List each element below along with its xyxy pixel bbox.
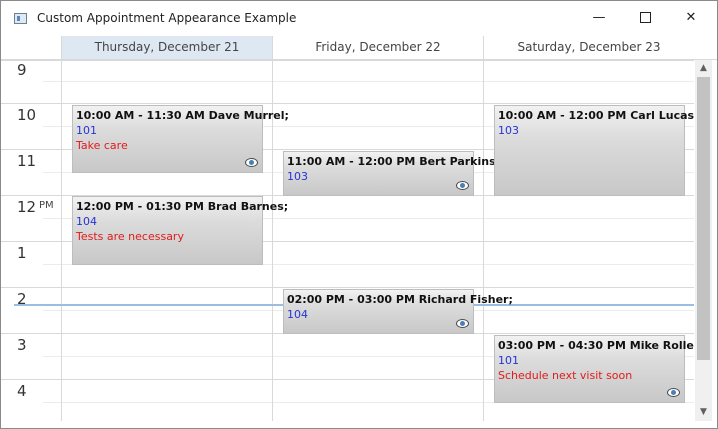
hour-label-3: 3 — [17, 336, 27, 354]
eye-icon — [456, 181, 469, 190]
maximize-button[interactable] — [622, 1, 668, 35]
scroll-up-arrow-icon[interactable]: ▲ — [695, 60, 712, 77]
close-button[interactable]: ✕ — [668, 1, 714, 35]
appointment-title: 02:00 PM - 03:00 PM Richard Fisher; — [287, 293, 513, 306]
vertical-scrollbar[interactable]: ▲ ▼ — [695, 60, 712, 421]
day-header-row: Thursday, December 21 Friday, December 2… — [1, 36, 717, 60]
hour-label-1: 1 — [17, 244, 27, 262]
hour-label-10: 10 — [17, 106, 37, 124]
day-header-saturday[interactable]: Saturday, December 23 — [483, 36, 694, 59]
hour-label-9: 9 — [17, 61, 27, 79]
appointment-title: 11:00 AM - 12:00 PM Bert Parkins; — [287, 155, 501, 168]
appointment-location: 101 — [498, 354, 519, 367]
appointment-mike-roller[interactable]: 03:00 PM - 04:30 PM Mike Roller; 101 Sch… — [494, 335, 694, 403]
appointment-location: 103 — [498, 124, 519, 137]
appointment-location: 101 — [76, 124, 97, 137]
appointment-title: 10:00 AM - 12:00 PM Carl Lucas; — [498, 109, 694, 122]
appointment-description: Take care — [76, 139, 128, 152]
scrollbar-thumb[interactable] — [697, 77, 710, 360]
appointment-title: 03:00 PM - 04:30 PM Mike Roller; — [498, 339, 694, 352]
day-header-friday[interactable]: Friday, December 22 — [272, 36, 483, 59]
app-window: Custom Appointment Appearance Example — … — [0, 0, 718, 429]
maximize-icon — [639, 12, 651, 23]
appointment-title: 10:00 AM - 11:30 AM Dave Murrel; — [76, 109, 289, 122]
appointment-dave-murrel[interactable]: 10:00 AM - 11:30 AM Dave Murrel; 101 Tak… — [72, 105, 289, 173]
hour-label-4: 4 — [17, 382, 27, 400]
appointment-location: 104 — [287, 308, 308, 321]
appointment-brad-barnes[interactable]: 12:00 PM - 01:30 PM Brad Barnes; 104 Tes… — [72, 196, 289, 265]
eye-icon — [456, 319, 469, 328]
title-bar[interactable]: Custom Appointment Appearance Example — … — [1, 1, 717, 35]
appointment-bert-parkins[interactable]: 11:00 AM - 12:00 PM Bert Parkins; 103 — [283, 151, 501, 196]
hour-label-11: 11 — [17, 152, 37, 170]
app-window-icon — [14, 13, 27, 24]
day-header-thursday[interactable]: Thursday, December 21 — [61, 36, 272, 59]
eye-icon — [667, 388, 680, 397]
appointment-carl-lucas[interactable]: 10:00 AM - 12:00 PM Carl Lucas; 103 — [494, 105, 694, 196]
appointment-description: Tests are necessary — [76, 230, 184, 243]
pm-marker: PM — [39, 200, 54, 211]
minimize-icon: — — [592, 10, 606, 25]
window-title: Custom Appointment Appearance Example — [37, 11, 297, 25]
hour-label-12: 12 — [17, 198, 37, 216]
appointment-description: Schedule next visit soon — [498, 369, 633, 382]
appointment-richard-fisher[interactable]: 02:00 PM - 03:00 PM Richard Fisher; 104 — [283, 289, 513, 334]
appointment-title: 12:00 PM - 01:30 PM Brad Barnes; — [76, 200, 289, 213]
minimize-button[interactable]: — — [576, 1, 622, 35]
appointment-location: 103 — [287, 170, 308, 183]
appointment-location: 104 — [76, 215, 97, 228]
close-icon: ✕ — [685, 10, 697, 25]
scroll-down-arrow-icon[interactable]: ▼ — [695, 404, 712, 421]
eye-icon — [245, 158, 258, 167]
schedule-grid[interactable]: 9 10 11 12 PM 1 2 3 4 10:00 AM - 11:30 A… — [1, 60, 694, 421]
